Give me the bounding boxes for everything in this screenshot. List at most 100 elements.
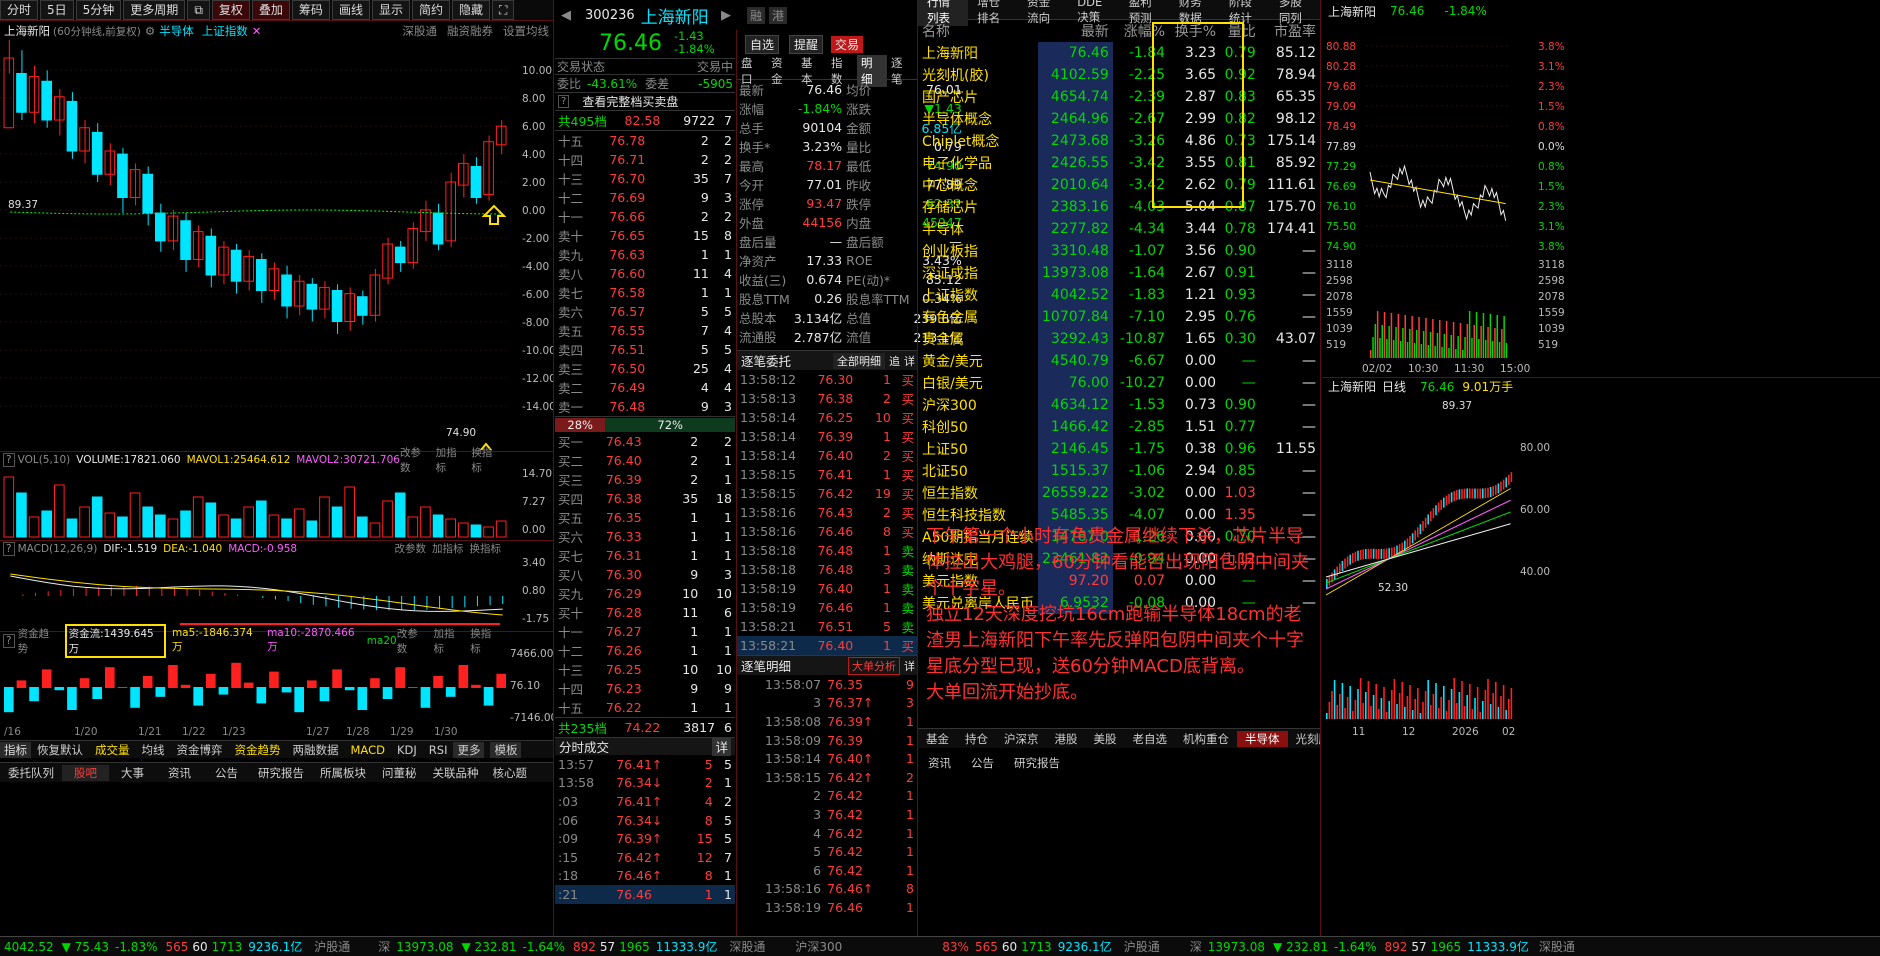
prev-stock-icon[interactable]: ◀ [561, 8, 571, 23]
market-row[interactable]: 光刻机(胶) 4102.59 -2.25 3.65 0.92 78.94 [918, 64, 1320, 86]
buy-level[interactable]: 十一 76.27 1 1 [555, 622, 735, 641]
buy-level[interactable]: 买五 76.35 1 1 [555, 508, 735, 527]
watchlist-tab[interactable]: 持仓 [957, 731, 996, 747]
help-icon[interactable]: ? [3, 633, 15, 648]
market-row[interactable]: 上海新阳 76.46 -1.84 3.23 0.79 85.12 [918, 42, 1320, 64]
hgt-link[interactable]: 沪股通 [314, 938, 350, 955]
fenshi-detail-button[interactable]: 详 [712, 737, 731, 756]
market-row[interactable]: 中芯概念 2010.64 -3.42 2.62 0.79 111.61 [918, 174, 1320, 196]
buy-level[interactable]: 买一 76.43 2 2 [555, 432, 735, 451]
hide-button[interactable]: 隐藏 [451, 0, 490, 20]
zhubi-detail2-button[interactable]: 详 [904, 658, 915, 674]
macd-switch-indicator[interactable]: 换指标 [470, 541, 502, 556]
market-row[interactable]: Chiplet概念 2473.68 -3.26 4.86 0.73 175.14 [918, 130, 1320, 152]
buy-level[interactable]: 买二 76.40 2 1 [555, 451, 735, 470]
sell-level[interactable]: 十三 76.70 35 7 [555, 169, 735, 188]
market-row[interactable]: 贵金属 3292.43 -10.87 1.65 0.30 43.07 [918, 328, 1320, 350]
sell-level[interactable]: 卖十 76.65 15 8 [555, 226, 735, 245]
tab-indicator[interactable]: 指标 [0, 741, 31, 758]
tab-news[interactable]: 资讯 [156, 765, 203, 781]
market-tab[interactable]: 增仓排名 [968, 0, 1018, 26]
tab-ma[interactable]: 均线 [136, 742, 171, 758]
tab-ask-secretary[interactable]: 问董秘 [374, 765, 425, 781]
market-row[interactable]: 存储芯片 2383.16 -4.03 5.04 0.87 175.70 [918, 196, 1320, 218]
tab-notice[interactable]: 公告 [203, 765, 250, 781]
gear-icon[interactable]: ⚙ [145, 24, 155, 38]
simple-button[interactable]: 简约 [411, 0, 450, 20]
quote-tab[interactable]: 资金 [767, 55, 797, 87]
hs300-link[interactable]: 沪深300 [795, 938, 842, 955]
add-watchlist-button[interactable]: 自选 [745, 34, 780, 54]
market-row[interactable]: 国产芯片 4654.74 -2.39 2.87 0.83 65.35 [918, 86, 1320, 108]
market-row[interactable]: 恒生指数 26559.22 -3.02 0.00 1.03 — [918, 482, 1320, 504]
market-row[interactable]: 北证50 1515.37 -1.06 2.94 0.85 — [918, 460, 1320, 482]
macd-add-indicator[interactable]: 加指标 [432, 541, 464, 556]
sell-level[interactable]: 十二 76.69 9 3 [555, 188, 735, 207]
sell-level[interactable]: 卖五 76.55 7 4 [555, 321, 735, 340]
more-periods-button[interactable]: 更多周期 [123, 0, 186, 20]
tab-volume[interactable]: 成交量 [89, 742, 136, 758]
watchlist-tab[interactable]: 机构重仓 [1175, 731, 1237, 747]
tab-order-queue[interactable]: 委托队列 [0, 765, 62, 781]
market-row[interactable]: 上证指数 4042.52 -1.83 1.21 0.93 — [918, 284, 1320, 306]
chips-button[interactable]: 筹码 [291, 0, 330, 20]
overlay-tag-shindex[interactable]: 上证指数 [202, 23, 248, 39]
link-sgt[interactable]: 深股通 [403, 23, 438, 39]
sell-level[interactable]: 卖九 76.63 1 1 [555, 245, 735, 264]
tab-core[interactable]: 核心题 [487, 765, 534, 781]
info-tab[interactable]: 研究报告 [1004, 755, 1070, 771]
help-icon[interactable]: ? [3, 541, 15, 556]
alert-button[interactable]: 提醒 [789, 34, 824, 54]
tab-macd[interactable]: MACD [345, 743, 391, 757]
watchlist-tab[interactable]: 基金 [918, 731, 957, 747]
vol-chart[interactable]: 14.70 7.27 0.00 [0, 467, 553, 539]
tab-fund-trend[interactable]: 资金趋势 [229, 742, 287, 758]
help-icon[interactable]: ? [558, 95, 570, 108]
tab-margin-data[interactable]: 两融数据 [287, 742, 345, 758]
close-icon[interactable]: ✕ [252, 24, 262, 38]
buy-level[interactable]: 买八 76.30 9 3 [555, 565, 735, 584]
buy-level[interactable]: 十四 76.23 9 9 [555, 679, 735, 698]
tab-events[interactable]: 大事 [109, 765, 156, 781]
next-stock-icon[interactable]: ▶ [721, 8, 731, 23]
tab-restore-default[interactable]: 恢复默认 [31, 742, 89, 758]
adjust-button[interactable]: 复权 [211, 0, 250, 20]
watchlist-tab[interactable]: 美股 [1086, 731, 1125, 747]
market-row[interactable]: 电子化学品 2426.55 -3.42 3.55 0.81 85.92 [918, 152, 1320, 174]
hgt-link-2[interactable]: 沪股通 [1124, 938, 1160, 955]
buy-level[interactable]: 买六 76.33 1 1 [555, 527, 735, 546]
market-row[interactable]: 有色金属 10707.84 -7.10 2.95 0.76 — [918, 306, 1320, 328]
tab-fund-game[interactable]: 资金博弈 [171, 742, 229, 758]
sell-level[interactable]: 卖二 76.49 4 4 [555, 378, 735, 397]
sell-level[interactable]: 卖七 76.58 1 1 [555, 283, 735, 302]
tab-kdj[interactable]: KDJ [391, 743, 423, 757]
watchlist-tab[interactable]: 老自选 [1125, 731, 1176, 747]
zhubi-chase-button[interactable]: 追 [889, 353, 900, 369]
buy-level[interactable]: 买三 76.39 2 1 [555, 470, 735, 489]
watchlist-tab[interactable]: 港股 [1047, 731, 1086, 747]
market-row[interactable]: 恒生科技指数 5485.35 -4.07 0.00 1.35 — [918, 504, 1320, 526]
tab-rsi[interactable]: RSI [423, 743, 454, 757]
market-row[interactable]: 深证成指 13973.08 -1.64 2.67 0.91 — [918, 262, 1320, 284]
tab-intraday[interactable]: 分时 [0, 0, 39, 20]
buy-level[interactable]: 买七 76.31 1 1 [555, 546, 735, 565]
sell-level[interactable]: 十五 76.78 2 2 [555, 131, 735, 151]
tab-template[interactable]: 模板 [490, 741, 522, 758]
watchlist-tab[interactable]: 半导体 [1237, 730, 1288, 747]
fund-chart[interactable]: 7466.00 76.10 -7146.00 [0, 649, 553, 725]
market-row[interactable]: 半导体概念 2464.96 -2.67 2.99 0.82 98.12 [918, 108, 1320, 130]
link-margin[interactable]: 融资融券 [447, 23, 493, 39]
buy-level[interactable]: 买十 76.28 11 6 [555, 603, 735, 622]
tab-5min[interactable]: 5分钟 [75, 0, 122, 20]
sell-level[interactable]: 十四 76.71 2 2 [555, 150, 735, 169]
info-tab[interactable]: 资讯 [918, 755, 961, 771]
macd-chart[interactable]: 3.40 0.80 -1.75 [0, 556, 553, 630]
quote-tab[interactable]: 逐笔 [887, 55, 917, 87]
draw-button[interactable]: 画线 [331, 0, 370, 20]
sgt-link[interactable]: 深股通 [729, 938, 765, 955]
buy-level[interactable]: 十二 76.26 1 1 [555, 641, 735, 660]
overlay-tag-semiconductor[interactable]: 半导体 [159, 23, 194, 39]
tab-sector[interactable]: 所属板块 [312, 765, 374, 781]
watchlist-tab[interactable]: 沪深京 [996, 731, 1047, 747]
trade-button[interactable]: 交易 [831, 35, 864, 53]
